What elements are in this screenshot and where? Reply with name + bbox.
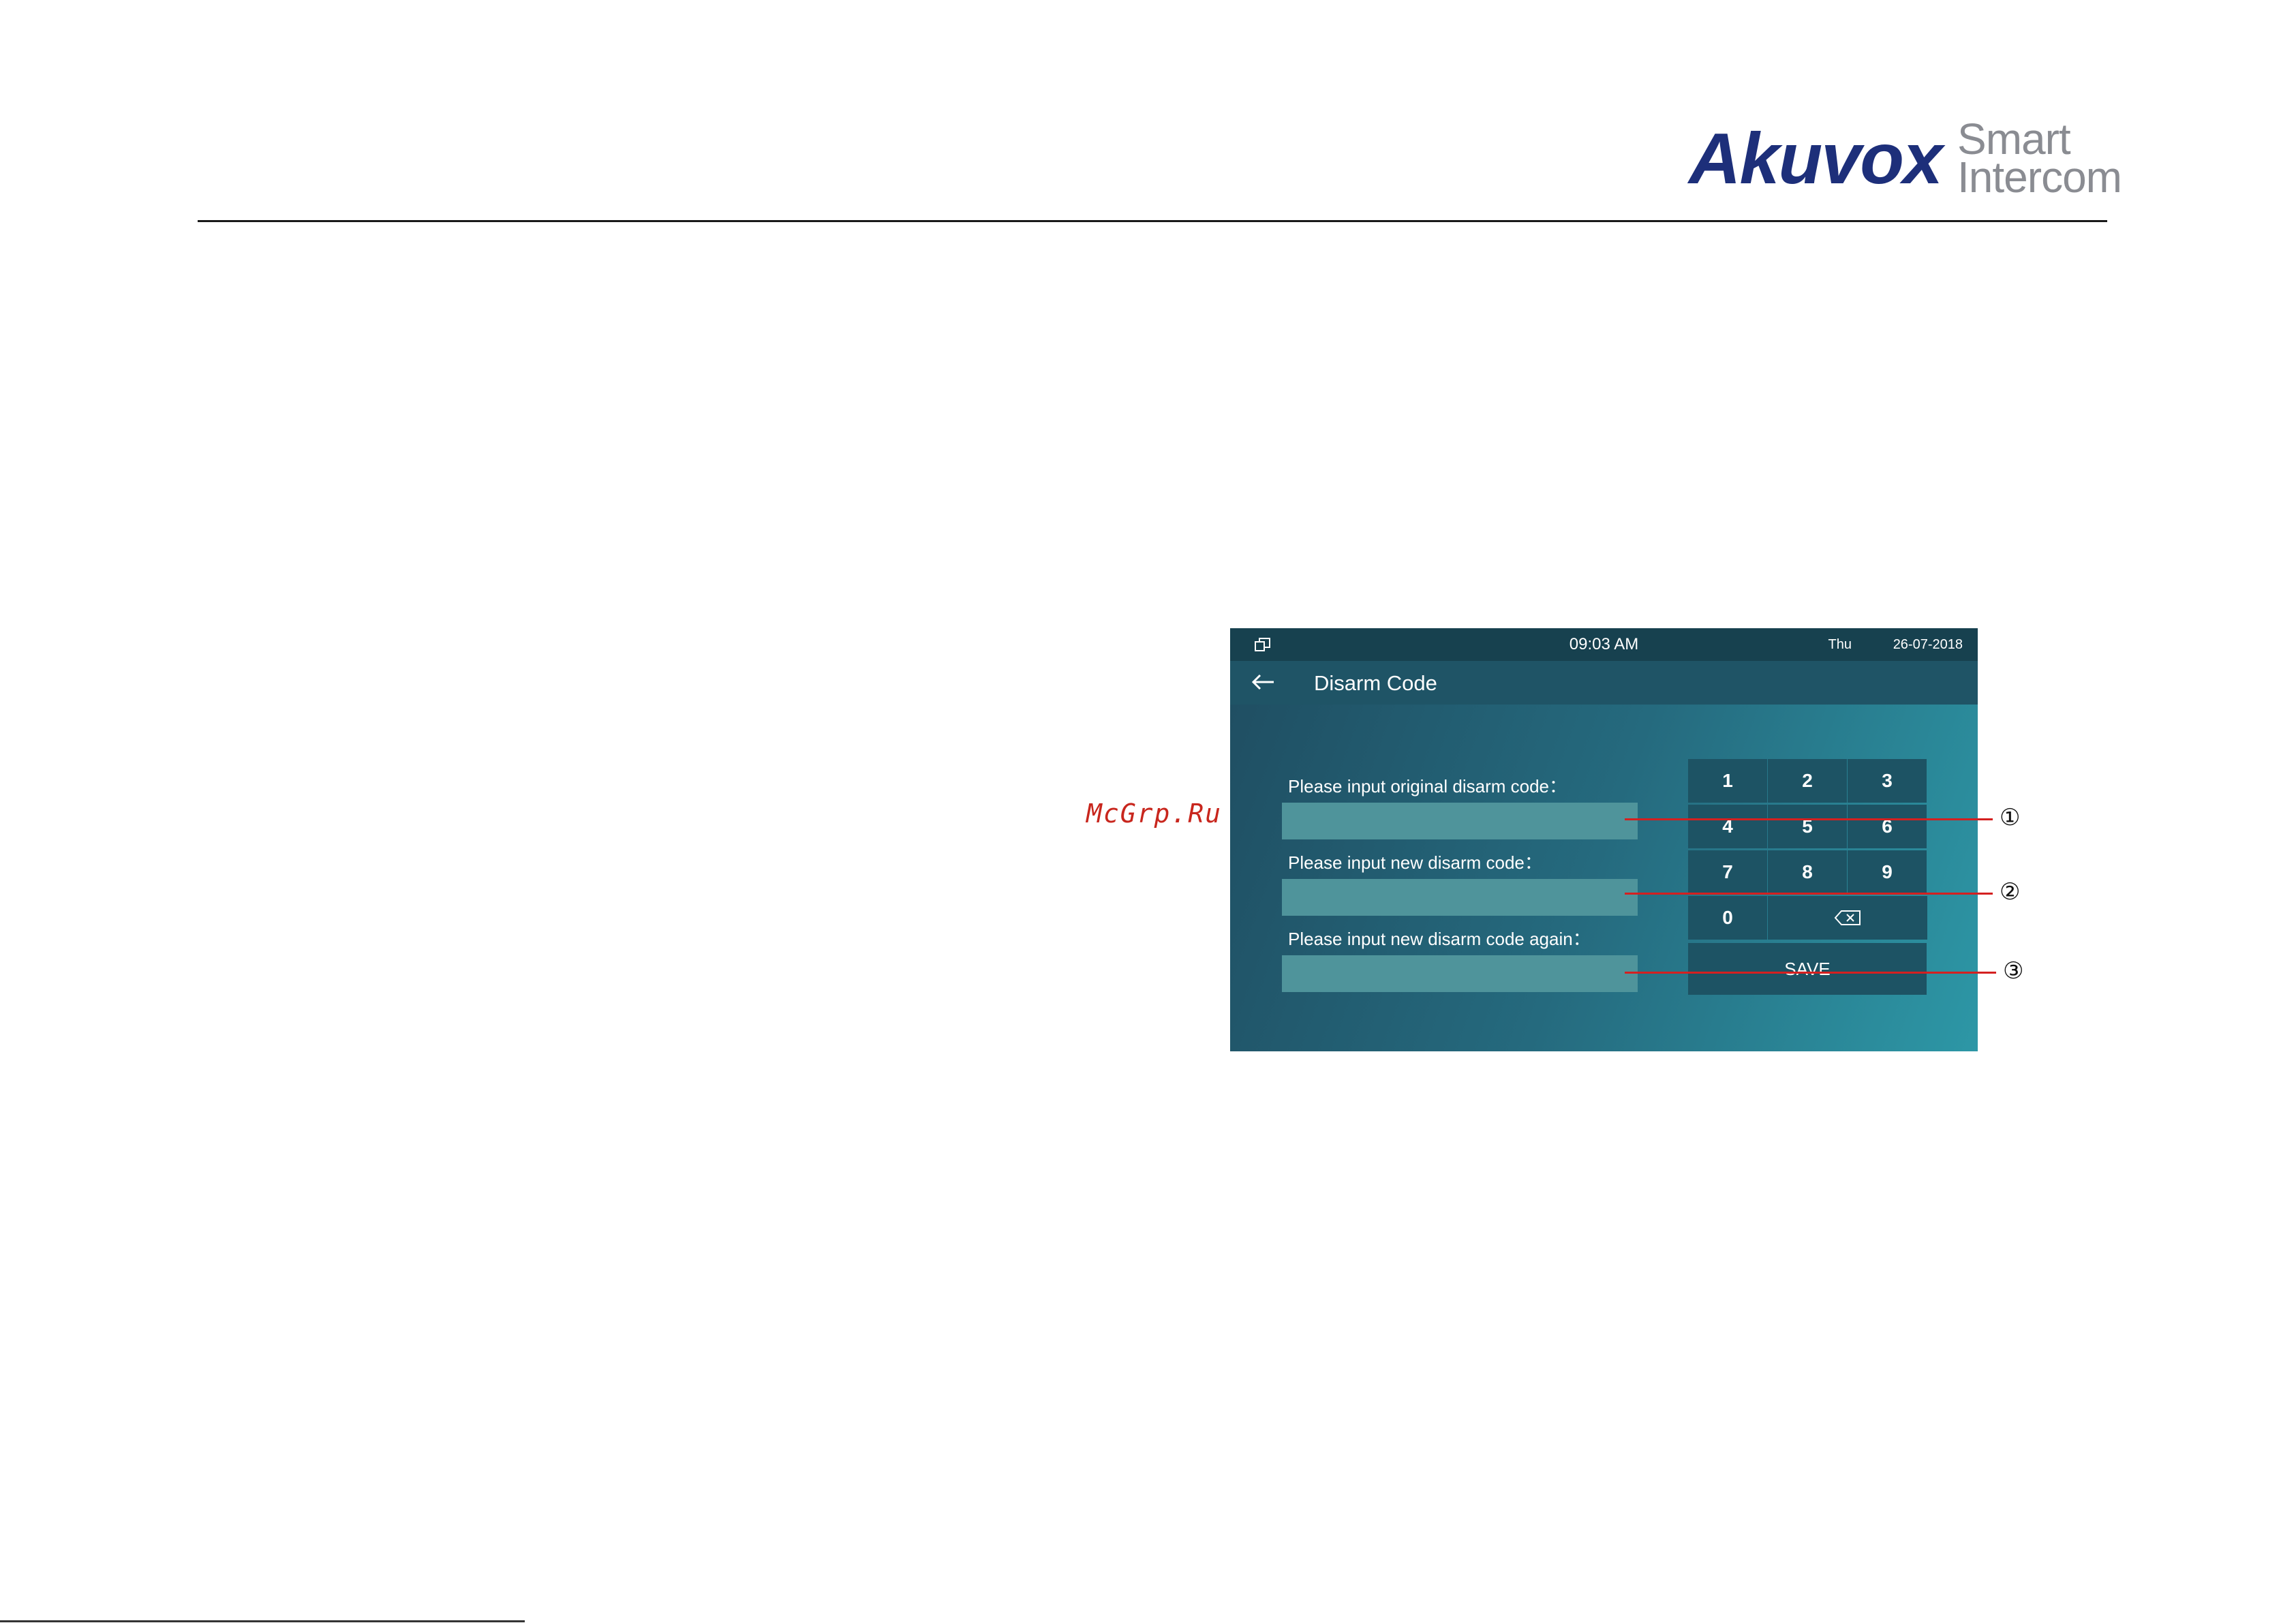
original-code-label: Please input original disarm code： (1288, 776, 1567, 797)
new-code-label: Please input new disarm code： (1288, 852, 1542, 873)
delete-key[interactable] (1768, 896, 1927, 940)
save-button[interactable]: SAVE (1688, 943, 1927, 995)
key-8[interactable]: 8 (1768, 850, 1847, 894)
header-divider (198, 220, 2107, 222)
confirm-code-input[interactable] (1282, 955, 1638, 992)
key-7[interactable]: 7 (1688, 850, 1767, 894)
callout-line-2 (1625, 893, 1993, 895)
key-2[interactable]: 2 (1768, 759, 1847, 803)
device-screen: 09:03 AM Thu 26-07-2018 Disarm Code Plea… (1230, 628, 1978, 1051)
key-4[interactable]: 4 (1688, 805, 1767, 848)
callout-line-1 (1625, 818, 1993, 820)
title-bar: Disarm Code (1230, 661, 1978, 705)
status-date: 26-07-2018 (1893, 637, 1963, 652)
callout-number-3: ③ (2003, 957, 2024, 985)
callout-number-2: ② (2000, 878, 2021, 906)
status-bar: 09:03 AM Thu 26-07-2018 (1230, 628, 1978, 661)
akuvox-logo: Akuvox Smart Intercom (1689, 113, 2122, 199)
key-9[interactable]: 9 (1848, 850, 1927, 894)
key-5[interactable]: 5 (1768, 805, 1847, 848)
key-3[interactable]: 3 (1848, 759, 1927, 803)
key-6[interactable]: 6 (1848, 805, 1927, 848)
key-1[interactable]: 1 (1688, 759, 1767, 803)
original-code-input[interactable] (1282, 803, 1638, 839)
status-time: 09:03 AM (1569, 635, 1639, 653)
backspace-icon (1834, 910, 1861, 925)
arrow-left-icon[interactable] (1251, 672, 1275, 692)
footer-divider (0, 1620, 525, 1622)
key-0[interactable]: 0 (1688, 896, 1767, 940)
callout-line-3 (1625, 972, 1996, 974)
new-code-input[interactable] (1282, 879, 1638, 916)
logo-brand-name: Akuvox (1689, 119, 1943, 199)
confirm-code-label: Please input new disarm code again： (1288, 929, 1591, 949)
logo-tagline-intercom: Intercom (1957, 153, 2122, 202)
watermark-text: McGrp.Ru (1086, 799, 1223, 829)
callout-number-1: ① (2000, 804, 2021, 831)
page-title: Disarm Code (1314, 671, 1437, 695)
status-day: Thu (1828, 637, 1852, 652)
